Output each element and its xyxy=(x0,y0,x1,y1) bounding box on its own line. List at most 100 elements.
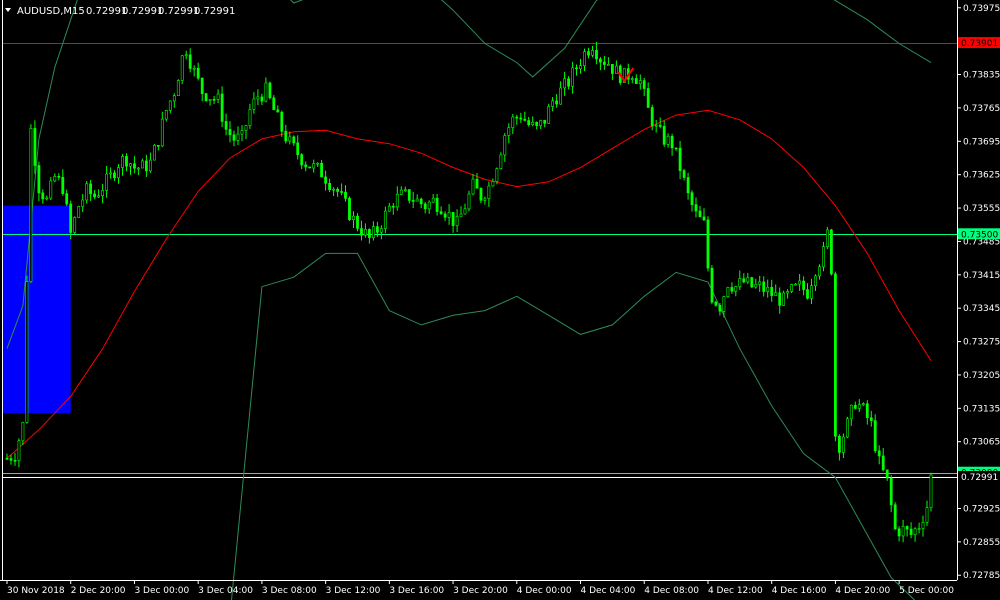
candle-body xyxy=(519,117,523,120)
candle-body xyxy=(184,54,188,57)
candle[interactable] xyxy=(929,472,933,512)
candle-body xyxy=(352,215,355,220)
candle-body xyxy=(921,521,925,529)
candle-body xyxy=(535,122,539,126)
candle[interactable] xyxy=(706,216,710,272)
candle[interactable] xyxy=(845,416,849,439)
candle-body xyxy=(638,80,642,84)
candle[interactable] xyxy=(268,81,272,100)
candle[interactable] xyxy=(176,79,180,96)
candle-body xyxy=(507,127,511,136)
candle-body xyxy=(571,67,575,87)
candle-body xyxy=(375,226,379,233)
candle-body xyxy=(113,172,116,179)
candle-body xyxy=(188,54,192,69)
level-label-3[interactable]: 0.72991 xyxy=(961,473,998,483)
price-tick-label: 0.73135 xyxy=(963,404,1000,414)
candle-body xyxy=(463,208,467,215)
candle-body xyxy=(567,78,571,87)
level-label-0[interactable]: 0.73901 xyxy=(961,39,998,49)
candle-body xyxy=(168,100,172,111)
candle[interactable] xyxy=(782,290,786,306)
candle[interactable] xyxy=(726,286,730,298)
candle[interactable] xyxy=(25,275,29,424)
level-label-1[interactable]: 0.73500 xyxy=(961,230,998,240)
candle-body xyxy=(308,166,312,169)
candle-body xyxy=(770,286,774,296)
candle-body xyxy=(340,191,344,193)
candle-body xyxy=(196,67,200,79)
candle[interactable] xyxy=(467,190,471,212)
candle-body xyxy=(224,121,228,130)
candle-body xyxy=(248,109,252,126)
candle[interactable] xyxy=(750,276,754,289)
candle-body xyxy=(53,176,57,182)
candle-body xyxy=(419,198,423,205)
candle-body xyxy=(782,292,786,306)
time-tick-label: 4 Dec 00:00 xyxy=(517,586,572,596)
candle[interactable] xyxy=(29,124,33,284)
candle-body xyxy=(9,458,13,461)
candle[interactable] xyxy=(348,196,351,221)
candle[interactable] xyxy=(547,103,551,124)
candle-body xyxy=(479,188,483,201)
candle[interactable] xyxy=(153,143,156,161)
candle-body xyxy=(491,181,495,187)
candle[interactable] xyxy=(77,205,81,218)
candle-body xyxy=(45,197,49,200)
candle-body xyxy=(798,280,802,285)
candle-body xyxy=(726,287,730,297)
candle-body xyxy=(296,142,300,155)
candle[interactable] xyxy=(499,152,503,170)
candle-body xyxy=(595,50,598,60)
candle-body xyxy=(766,286,770,292)
candle-body xyxy=(85,183,89,201)
candle-body xyxy=(598,58,602,63)
candle[interactable] xyxy=(73,216,77,235)
candle-body xyxy=(324,176,328,184)
candle[interactable] xyxy=(829,228,833,276)
candle-body xyxy=(730,287,734,292)
candle[interactable] xyxy=(33,120,37,174)
candle-body xyxy=(591,50,594,56)
candle[interactable] xyxy=(495,167,499,185)
candle-body xyxy=(304,164,308,168)
candle[interactable] xyxy=(85,181,89,204)
candle-body xyxy=(706,219,710,269)
candle-body xyxy=(447,212,451,218)
candle-body xyxy=(646,88,650,108)
candle[interactable] xyxy=(826,226,829,250)
candle-body xyxy=(575,67,578,70)
candle-body xyxy=(431,197,435,203)
price-chart[interactable]: 0.739750.739050.738350.737650.736950.736… xyxy=(0,0,1000,600)
candle-body xyxy=(511,116,515,128)
time-tick-label: 3 Dec 16:00 xyxy=(389,586,444,596)
candle-body xyxy=(547,106,551,124)
candle-body xyxy=(451,212,455,226)
candle[interactable] xyxy=(204,93,208,103)
candle-body xyxy=(718,304,722,312)
candle-body xyxy=(869,417,873,421)
highlight-zone[interactable] xyxy=(3,205,71,414)
candle-body xyxy=(499,154,503,169)
candle[interactable] xyxy=(180,55,184,85)
candle-body xyxy=(802,280,806,290)
candle-body xyxy=(81,199,85,207)
candle-body xyxy=(344,191,347,199)
header-close: 0.72991 xyxy=(194,6,235,17)
candle[interactable] xyxy=(893,502,897,531)
candle-body xyxy=(901,526,905,537)
candle[interactable] xyxy=(710,265,714,305)
candle-body xyxy=(909,528,913,535)
candle-body xyxy=(427,201,431,210)
candle-body xyxy=(256,96,260,100)
candle-body xyxy=(722,296,726,312)
candle-body xyxy=(367,229,371,238)
candle-body xyxy=(810,285,813,299)
candle-body xyxy=(790,284,794,292)
candle-body xyxy=(814,275,817,286)
candle-body xyxy=(332,188,336,191)
candle-body xyxy=(877,450,881,457)
candle-body xyxy=(415,198,419,202)
candle[interactable] xyxy=(833,271,837,442)
